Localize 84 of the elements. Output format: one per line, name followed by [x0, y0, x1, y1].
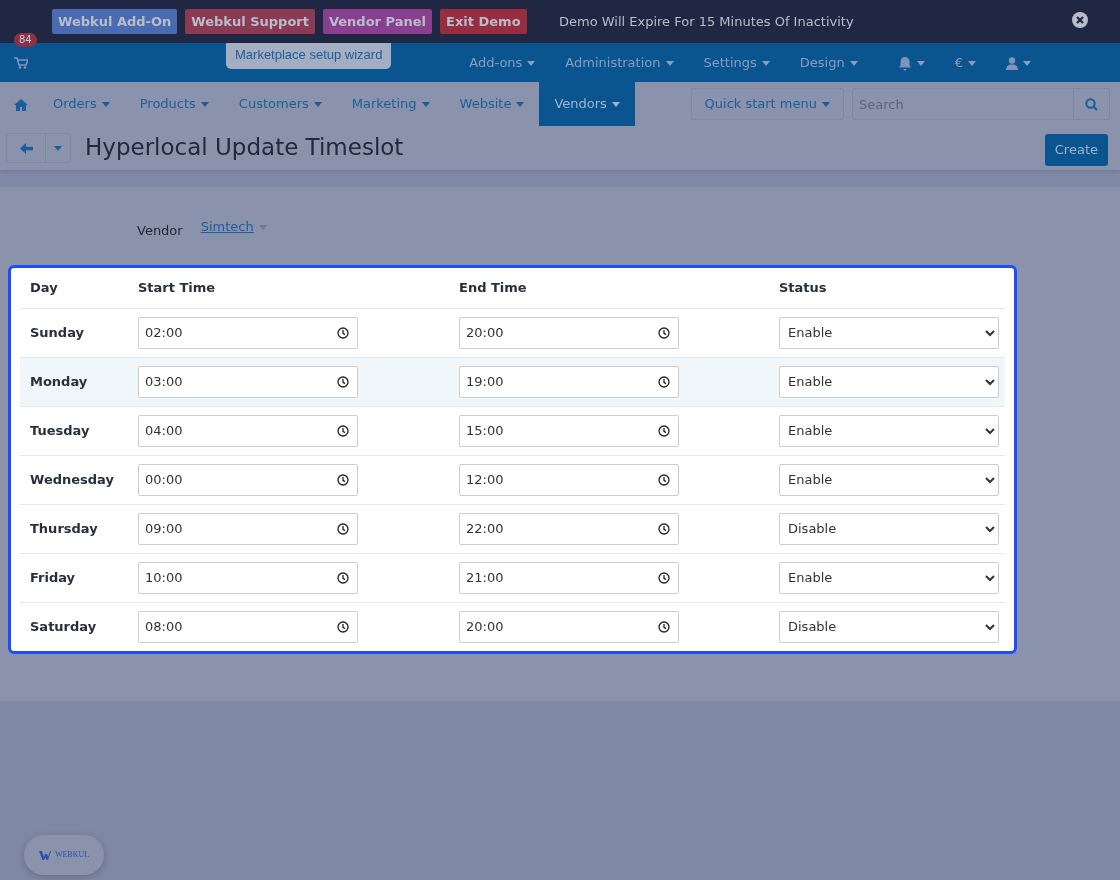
webkul-logo-text: WEBKUL	[54, 849, 90, 861]
caret-icon	[665, 60, 674, 66]
demo-link-button[interactable]: Exit Demo	[440, 8, 527, 35]
clock-icon	[658, 424, 670, 437]
close-icon	[1072, 12, 1088, 28]
clock-icon	[337, 571, 349, 584]
caret-icon	[968, 60, 976, 66]
time-field[interactable]: 12:00	[459, 463, 679, 496]
time-field[interactable]: 10:00	[138, 561, 358, 594]
time-field[interactable]: 03:00	[138, 365, 358, 398]
status-select[interactable]: Enable	[779, 316, 999, 349]
day-cell-text: Wednesday	[29, 470, 115, 489]
caret-icon	[916, 60, 925, 66]
caret-icon	[421, 102, 430, 108]
demo-link-button[interactable]: Webkul Support	[185, 8, 315, 35]
caret-icon	[822, 102, 830, 108]
column-header: End Time	[459, 278, 528, 297]
column-header: Status	[779, 278, 827, 297]
clock-icon	[337, 424, 349, 437]
caret-icon	[54, 146, 62, 152]
caret-icon	[258, 225, 267, 230]
time-field[interactable]: 00:00	[138, 463, 358, 496]
clock-icon	[658, 473, 670, 486]
caret-icon	[761, 60, 770, 66]
caret-icon	[1023, 60, 1031, 66]
column-header: Day	[29, 278, 59, 297]
nav-tab[interactable]: Vendors	[539, 82, 635, 126]
caret-icon	[200, 102, 209, 108]
clock-icon	[337, 375, 349, 388]
bell-icon	[897, 55, 912, 71]
day-cell-text: Friday	[29, 568, 77, 587]
caret-icon	[516, 102, 525, 108]
time-field[interactable]: 08:00	[138, 610, 358, 643]
clock-icon	[337, 473, 349, 486]
tooltip: Marketplace setup wizard	[226, 43, 392, 69]
status-select[interactable]: Enable	[779, 414, 999, 447]
day-cell-text: Saturday	[29, 617, 98, 636]
time-field[interactable]: 04:00	[138, 414, 358, 447]
caret-icon	[849, 60, 858, 66]
search-button[interactable]	[1074, 88, 1110, 120]
search-icon	[1085, 98, 1098, 112]
clock-icon	[337, 522, 349, 535]
time-field[interactable]: 20:00	[459, 610, 679, 643]
time-field[interactable]: 20:00	[459, 316, 679, 349]
home-icon	[14, 98, 28, 111]
status-select[interactable]: Enable	[779, 365, 999, 398]
time-field[interactable]: 02:00	[138, 316, 358, 349]
day-cell-text: Monday	[29, 372, 89, 391]
caret-icon	[101, 102, 110, 108]
time-field[interactable]: 21:00	[459, 561, 679, 594]
time-field[interactable]: 19:00	[459, 365, 679, 398]
column-header: Start Time	[138, 278, 217, 297]
clock-icon	[337, 326, 349, 339]
dropdown-toggle-button[interactable]	[45, 133, 71, 163]
day-cell-text: Sunday	[29, 323, 86, 342]
vendor-label: Vendor	[137, 222, 183, 240]
clock-icon	[658, 522, 670, 535]
page-title: Hyperlocal Update Timeslot	[85, 134, 404, 162]
status-select[interactable]: Disable	[779, 512, 999, 545]
clock-icon	[658, 571, 670, 584]
time-field[interactable]: 22:00	[459, 512, 679, 545]
user-icon	[1006, 56, 1018, 70]
caret-icon	[611, 102, 620, 108]
back-arrow-icon	[19, 143, 33, 155]
status-select[interactable]: Enable	[779, 463, 999, 496]
time-field[interactable]: 09:00	[138, 512, 358, 545]
demo-expiry-message: Demo Will Expire For 15 Minutes Of Inactivity	[558, 12, 854, 31]
caret-icon	[313, 102, 322, 108]
clock-icon	[658, 326, 670, 339]
webkul-logo-icon	[38, 850, 51, 860]
back-button[interactable]	[6, 133, 46, 163]
day-cell-text: Thursday	[29, 519, 99, 538]
clock-icon	[658, 620, 670, 633]
cart-icon	[14, 56, 28, 69]
notification-count-badge: 84	[14, 33, 37, 47]
demo-link-button[interactable]: Vendor Panel	[322, 8, 432, 35]
create-button[interactable]: Create	[1044, 134, 1108, 166]
time-field[interactable]: 15:00	[459, 414, 679, 447]
status-select[interactable]: Disable	[779, 610, 999, 643]
clock-icon	[658, 375, 670, 388]
day-cell-text: Tuesday	[29, 421, 91, 440]
caret-icon	[527, 60, 536, 66]
clock-icon	[337, 620, 349, 633]
status-select[interactable]: Enable	[779, 561, 999, 594]
